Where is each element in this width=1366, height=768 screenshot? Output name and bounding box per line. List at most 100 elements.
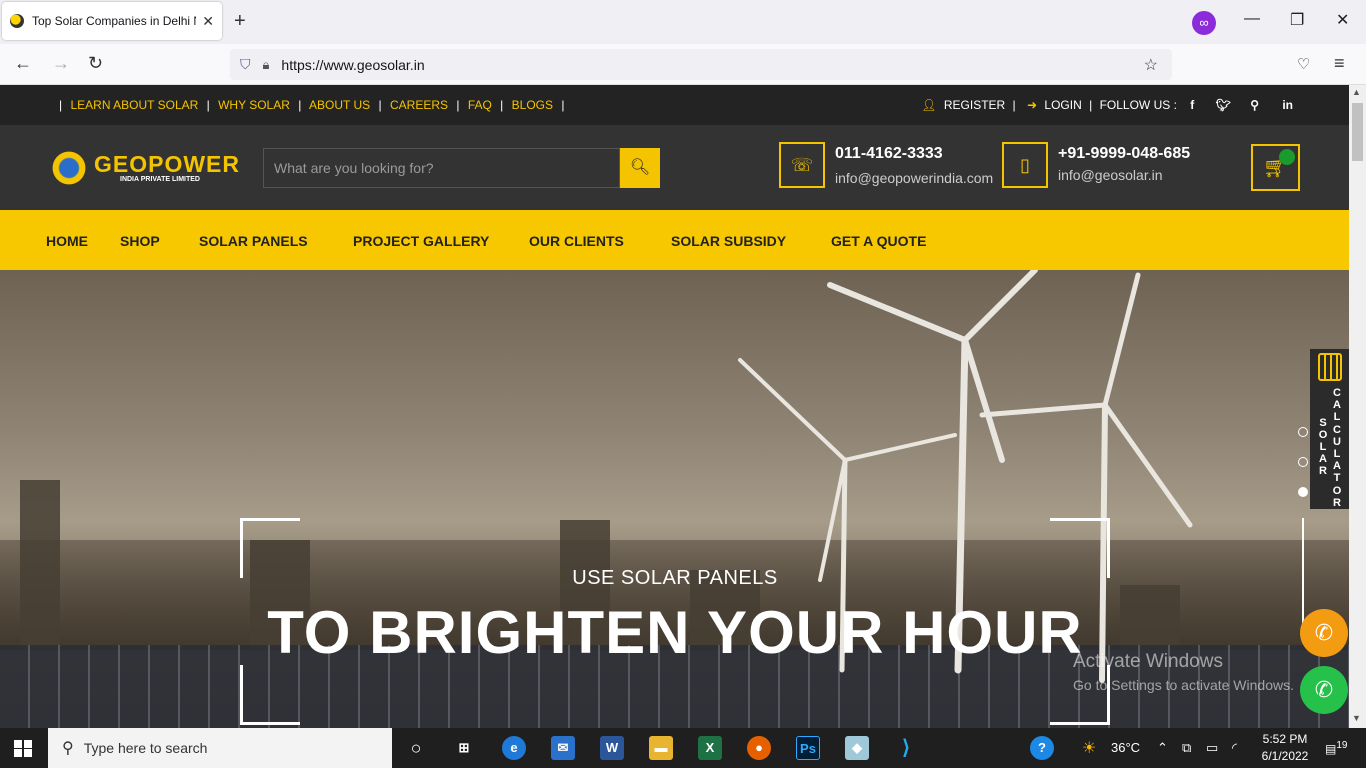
follow-us-label: FOLLOW US : (1099, 98, 1177, 112)
reload-icon[interactable]: ↻ (88, 53, 103, 74)
menu-hamburger-icon[interactable]: ≡ (1334, 53, 1345, 74)
geopower-logo[interactable]: GEOPOWER INDIA PRIVATE LIMITED (50, 149, 239, 189)
page-scrollbar[interactable]: ▲ ▼ (1349, 85, 1366, 728)
separator: | (456, 98, 460, 112)
link-careers[interactable]: CAREERS (390, 98, 448, 112)
separator: | (561, 98, 565, 112)
menu-get-a-quote[interactable]: GET A QUOTE (831, 233, 926, 249)
mobile-number[interactable]: +91-9999-048-685 (1058, 145, 1190, 163)
notifications-icon[interactable]: ▤19 (1325, 740, 1347, 756)
task-view-icon[interactable]: ⊞ (452, 736, 476, 760)
menu-solar-panels[interactable]: SOLAR PANELS (199, 233, 308, 249)
cart-button[interactable]: 🛒︎ (1251, 144, 1300, 191)
site-search: 🔍︎ (263, 148, 660, 188)
tracking-shield-icon[interactable]: ⛉ (240, 56, 251, 73)
phone-call-icon[interactable]: ☏ (779, 142, 825, 188)
site-favicon-icon (10, 14, 24, 28)
address-bar[interactable]: ⛉ 🔒︎ https://www.geosolar.in ☆ (230, 49, 1172, 80)
register-link[interactable]: REGISTER (944, 98, 1005, 112)
separator: | (298, 98, 302, 112)
watermark-line-1: Activate Windows (1073, 651, 1223, 672)
linkedin-icon[interactable]: in (1282, 98, 1293, 112)
weather-icon[interactable]: ☀ (1082, 738, 1096, 758)
slider-dot-3[interactable] (1298, 487, 1308, 497)
excel-icon[interactable]: X (698, 736, 722, 760)
bookmark-star-icon[interactable]: ☆ (1144, 55, 1158, 75)
solar-calculator-tab[interactable]: SOLAR CALCULATOR (1310, 349, 1349, 509)
account-links: 👤︎ REGISTER | ➜ LOGIN | FOLLOW US : f 🐦︎… (917, 98, 1293, 112)
menu-solar-subsidy[interactable]: SOLAR SUBSIDY (671, 233, 786, 249)
notification-count: 19 (1336, 740, 1348, 751)
facebook-icon[interactable]: f (1190, 98, 1194, 112)
clock-date: 6/1/2022 (1261, 749, 1309, 763)
close-tab-icon[interactable]: ✕ (202, 13, 214, 30)
scroll-up-icon[interactable]: ▲ (1352, 87, 1361, 97)
tab-title: Top Solar Companies in Delhi N (32, 14, 197, 28)
contact-email-1[interactable]: info@geopowerindia.com (835, 170, 993, 186)
forward-icon[interactable]: → (52, 53, 70, 74)
back-icon[interactable]: ← (14, 53, 32, 74)
link-about-us[interactable]: ABOUT US (309, 98, 370, 112)
weather-temp[interactable]: 36°C (1111, 740, 1140, 755)
tray-chevron-icon[interactable]: ⌃ (1157, 740, 1168, 756)
lock-icon[interactable]: 🔒︎ (263, 57, 270, 73)
cortana-icon[interactable]: ○ (404, 736, 428, 760)
app-icon[interactable]: ◆ (845, 736, 869, 760)
user-icon: 👤︎ (921, 98, 937, 112)
link-learn-about-solar[interactable]: LEARN ABOUT SOLAR (70, 98, 198, 112)
search-button[interactable]: 🔍︎ (620, 148, 660, 188)
slider-dot-1[interactable] (1298, 427, 1308, 437)
firefox-icon[interactable]: ● (747, 736, 771, 760)
help-icon[interactable]: ? (1030, 736, 1054, 760)
window-close-icon[interactable]: ✕ (1336, 10, 1349, 30)
network-icon[interactable]: ⧉ (1182, 740, 1191, 756)
link-blogs[interactable]: BLOGS (512, 98, 553, 112)
taskbar-search[interactable]: ⚲ Type here to search (48, 728, 392, 768)
minimize-icon[interactable]: — (1244, 10, 1260, 28)
scrollbar-thumb[interactable] (1352, 103, 1363, 161)
logo-subtext: INDIA PRIVATE LIMITED (120, 176, 200, 183)
menu-project-gallery[interactable]: PROJECT GALLERY (353, 233, 489, 249)
mobile-phone-icon[interactable]: ▯ (1002, 142, 1048, 188)
wifi-icon[interactable]: ◜ (1232, 740, 1237, 756)
landline-number[interactable]: 011-4162-3333 (835, 145, 943, 163)
pocket-icon[interactable]: ♡ (1297, 55, 1310, 73)
taskbar-clock[interactable]: 5:52 PM 6/1/2022 (1256, 731, 1314, 765)
url-text[interactable]: https://www.geosolar.in (281, 57, 424, 73)
file-explorer-icon[interactable]: ▬ (649, 736, 673, 760)
twitter-icon[interactable]: 🐦︎ (1216, 98, 1231, 112)
battery-icon[interactable]: ▭ (1206, 740, 1218, 756)
slider-dot-2[interactable] (1298, 457, 1308, 467)
edge-icon[interactable]: e (502, 736, 526, 760)
vscode-icon[interactable]: ⟩ (894, 736, 918, 760)
scroll-down-icon[interactable]: ▼ (1352, 713, 1361, 723)
separator: | (59, 98, 63, 112)
menu-our-clients[interactable]: OUR CLIENTS (529, 233, 624, 249)
login-link[interactable]: LOGIN (1044, 98, 1081, 112)
windows-start-icon[interactable] (14, 740, 32, 757)
call-now-button[interactable]: ✆ (1300, 609, 1348, 657)
hero-title: TO BRIGHTEN YOUR HOUR (267, 599, 1083, 666)
search-icon: 🔍︎ (629, 159, 651, 176)
restore-icon[interactable]: ❐ (1290, 10, 1304, 30)
menu-home[interactable]: HOME (46, 233, 88, 249)
new-tab-icon[interactable]: + (234, 10, 246, 33)
browser-tab[interactable]: Top Solar Companies in Delhi N ✕ (2, 2, 222, 40)
logo-text: GEOPOWER (94, 151, 241, 177)
contact-email-2[interactable]: info@geosolar.in (1058, 167, 1163, 183)
word-icon[interactable]: W (600, 736, 624, 760)
menu-shop[interactable]: SHOP (120, 233, 160, 249)
private-browsing-icon[interactable]: ∞ (1192, 11, 1216, 35)
mail-icon[interactable]: ✉ (551, 736, 575, 760)
hero-building (20, 480, 60, 650)
whatsapp-button[interactable]: ✆ (1300, 666, 1348, 714)
separator: | (1012, 98, 1016, 112)
link-why-solar[interactable]: WHY SOLAR (218, 98, 290, 112)
location-icon[interactable]: ⚲ (1250, 98, 1259, 112)
link-faq[interactable]: FAQ (468, 98, 492, 112)
separator: | (378, 98, 382, 112)
search-input[interactable] (263, 148, 620, 188)
main-menu: HOME SHOP SOLAR PANELS PROJECT GALLERY O… (0, 210, 1349, 270)
photoshop-icon[interactable]: Ps (796, 736, 820, 760)
calculator-label-calculator: CALCULATOR (1332, 387, 1342, 509)
